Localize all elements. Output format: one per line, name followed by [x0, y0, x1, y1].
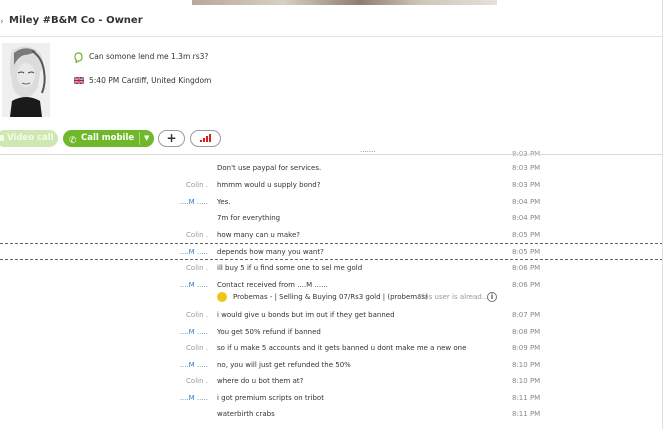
- message-sender: Colin .: [186, 264, 208, 272]
- chat-message: 7m for everything 8:04 PM: [0, 210, 663, 227]
- message-sender: ....M .....: [179, 394, 208, 402]
- message-text: i got premium scripts on tribot: [217, 394, 324, 402]
- message-text: ill buy 5 if u find some one to sel me g…: [217, 264, 363, 272]
- shared-contact-name: Probemas - | Selling & Buying 07/Rs3 gol…: [233, 293, 428, 301]
- chat-message: ....M ..... Yes. 8:04 PM: [0, 194, 663, 211]
- message-text: no, you will just get refunded the 50%: [217, 361, 351, 369]
- chat-message: Colin . so if u make 5 accounts and it g…: [0, 340, 663, 357]
- message-text: where do u bot them at?: [217, 377, 304, 385]
- message-time: 8:06 PM: [512, 264, 541, 272]
- message-sender: ....M .....: [179, 248, 208, 256]
- message-text: so if u make 5 accounts and it gets bann…: [217, 344, 467, 352]
- contact-title: Miley #B&M Co - Owner: [9, 15, 143, 26]
- video-call-button[interactable]: Video call: [0, 130, 58, 147]
- local-time-location: 5:40 PM Cardiff, United Kingdom: [89, 76, 212, 85]
- call-mobile-button[interactable]: ✆ Call mobile ▼: [63, 130, 154, 147]
- chat-message: Colin . ill buy 5 if u find some one to …: [0, 260, 663, 277]
- message-time: 8:08 PM: [512, 328, 541, 336]
- message-text: hmmm would u supply bond?: [217, 181, 321, 189]
- skype-contact-icon: [217, 292, 227, 302]
- message-time: 8:04 PM: [512, 214, 541, 222]
- message-sender: Colin .: [186, 181, 208, 189]
- message-text: Yes.: [217, 198, 231, 206]
- collapse-chevron-icon[interactable]: ›: [0, 17, 4, 27]
- window-top-strip: [0, 0, 663, 5]
- message-time: 8:11 PM: [512, 394, 541, 402]
- plus-icon: +: [166, 131, 177, 145]
- call-dropdown-chevron-icon[interactable]: ▼: [144, 130, 149, 147]
- message-text: waterbirth crabs: [217, 410, 275, 418]
- message-time: 8:10 PM: [512, 377, 541, 385]
- add-participant-button[interactable]: +: [158, 130, 185, 147]
- chat-message: ....M ..... Contact received from ....M …: [0, 277, 663, 294]
- message-time: 8:10 PM: [512, 361, 541, 369]
- message-time: 8:03 PM: [512, 164, 541, 172]
- chat-message: Colin . i would give u bonds but im out …: [0, 307, 663, 324]
- message-text: depends how many you want?: [217, 248, 324, 256]
- video-call-label: Video call: [7, 133, 54, 143]
- message-sender: Colin .: [186, 377, 208, 385]
- message-time: 8:05 PM: [512, 248, 541, 256]
- message-sender: ....M .....: [179, 198, 208, 206]
- message-text: 7m for everything: [217, 214, 281, 222]
- chat-message: ....M ..... no, you will just get refund…: [0, 357, 663, 374]
- chat-message: Colin . how many can u make? 8:05 PM: [0, 227, 663, 244]
- chat-message: ....M ..... i got premium scripts on tri…: [0, 390, 663, 407]
- message-text: how many can u make?: [217, 231, 300, 239]
- message-text: Contact received from ....M ......: [217, 281, 328, 289]
- info-icon[interactable]: i: [487, 292, 497, 302]
- chat-message: Don't use paypal for services. 8:03 PM: [0, 160, 663, 177]
- message-sender: Colin .: [186, 344, 208, 352]
- message-text: You get 50% refund if banned: [217, 328, 321, 336]
- chat-divider: [0, 154, 663, 155]
- message-sender: ....M .....: [179, 281, 208, 289]
- chat-message: waterbirth crabs 8:11 PM: [0, 406, 663, 423]
- message-sender: ....M .....: [179, 361, 208, 369]
- chat-message: Colin . hmmm would u supply bond? 8:03 P…: [0, 177, 663, 194]
- message-time: 8:09 PM: [512, 344, 541, 352]
- message-time: 8:03 PM: [512, 181, 541, 189]
- message-sender: ....M .....: [179, 328, 208, 336]
- mood-text: Can somone lend me 1.3m rs3?: [89, 52, 209, 61]
- header-banner-image: [192, 0, 497, 5]
- message-time: 8:04 PM: [512, 198, 541, 206]
- call-button-separator: [139, 132, 140, 145]
- contact-avatar[interactable]: [2, 43, 50, 117]
- video-camera-icon: [0, 135, 4, 141]
- shared-contact-note: This user is alread...: [418, 293, 489, 301]
- mood-bubble-icon: [74, 52, 83, 63]
- call-mobile-label: Call mobile: [81, 133, 135, 143]
- message-time: 8:07 PM: [512, 311, 541, 319]
- conversation-header: › Miley #B&M Co - Owner: [0, 8, 663, 37]
- message-time: 8:11 PM: [512, 410, 541, 418]
- message-text: Don't use paypal for services.: [217, 164, 322, 172]
- message-sender: Colin .: [186, 311, 208, 319]
- message-time: 8:05 PM: [512, 231, 541, 239]
- message-time: 8:06 PM: [512, 281, 541, 289]
- uk-flag-icon: [74, 77, 84, 84]
- phone-icon: ✆: [69, 136, 77, 146]
- chat-message: Colin . where do u bot them at? 8:10 PM: [0, 373, 663, 390]
- message-text: i would give u bonds but im out if they …: [217, 311, 395, 319]
- chat-message: ....M ..... You get 50% refund if banned…: [0, 324, 663, 341]
- call-quality-button[interactable]: [190, 130, 221, 147]
- message-sender: Colin .: [186, 231, 208, 239]
